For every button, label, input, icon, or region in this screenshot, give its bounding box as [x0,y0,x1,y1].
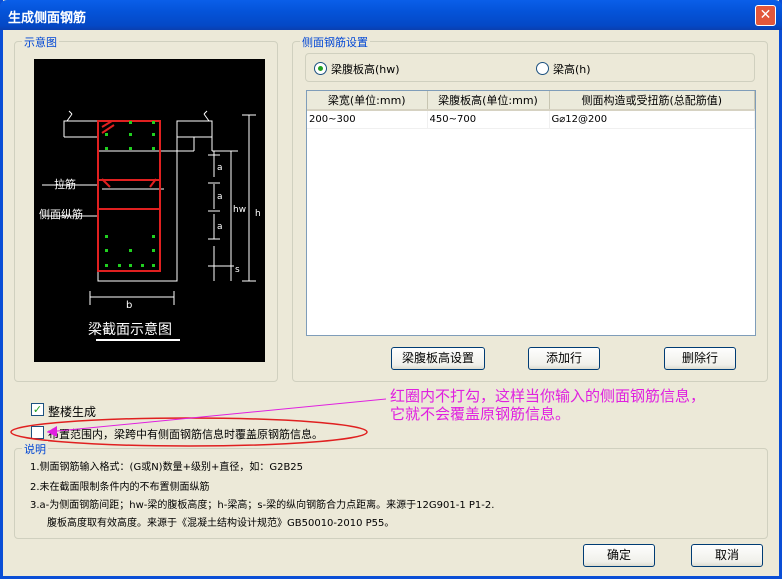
ok-button[interactable]: 确定 [583,544,655,567]
side-bar-label: 侧面纵筋 [39,207,83,221]
table-cell[interactable]: 450~700 [427,110,550,129]
note-2: 2.未在截面限制条件内的不布置侧面纵筋 [30,482,210,493]
web-height-settings-button[interactable]: 梁腹板高设置 [391,347,485,370]
table-cell[interactable]: G⌀12@200 [549,110,755,129]
web-height-label[interactable]: 梁腹板高(hw) [331,61,400,77]
column-header[interactable]: 梁腹板高(单位:mm) [427,91,550,111]
dim-b: b [126,300,132,311]
dim-a1: a [217,163,223,173]
annotation-line-2: 它就不会覆盖原钢筋信息。 [390,405,571,423]
dim-hw: hw [233,205,246,215]
settings-group: 侧面钢筋设置 梁腹板高(hw) 梁高(h) 梁宽(单位:mm) 梁腹板高(单位:… [292,34,768,382]
note-4: 腹板高度取有效高度。来源于《混凝土结构设计规范》GB50010-2010 P55… [47,518,395,529]
annotation-line-1: 红圈内不打勾，这样当你输入的侧面钢筋信息， [390,387,706,405]
column-header[interactable]: 梁宽(单位:mm) [307,91,428,111]
diagram-group: 示意图 拉筋 侧面纵筋 a a a s hw h b 梁截面示意图 [14,34,278,382]
rebar-table: 梁宽(单位:mm) 梁腹板高(单位:mm) 侧面构造或受扭筋(总配筋值) 200… [306,90,756,336]
explain-group-label: 说明 [22,441,48,457]
cancel-button[interactable]: 取消 [691,544,763,567]
annotation-text: 红圈内不打勾，这样当你输入的侧面钢筋信息， 它就不会覆盖原钢筋信息。 [390,387,705,423]
dim-s: s [235,265,240,275]
note-1: 1.侧面钢筋输入格式：(G或N)数量+级别+直径，如：G2B25 [30,462,304,473]
delete-row-button[interactable]: 删除行 [664,347,736,370]
dialog-window: 生成侧面钢筋 ✕ 示意图 拉筋 侧面纵筋 a a a s hw h b 梁截面示… [0,0,782,579]
dim-a2: a [217,192,223,202]
beam-section-diagram: 拉筋 侧面纵筋 a a a s hw h b 梁截面示意图 [34,59,265,362]
beam-height-label[interactable]: 梁高(h) [553,61,591,77]
note-3: 3.a-为侧面钢筋间距；hw-梁的腹板高度；h-梁高；s-梁的纵向钢筋合力点距离… [30,500,495,511]
window-title: 生成侧面钢筋 [8,11,87,26]
dim-h: h [255,209,261,219]
tie-label: 拉筋 [54,177,76,191]
radio-group-box: 梁腹板高(hw) 梁高(h) [305,53,755,82]
table-cell[interactable]: 200~300 [307,110,428,129]
close-icon: ✕ [759,7,772,23]
table-row[interactable]: 200~300 450~700 G⌀12@200 [307,110,755,129]
add-row-button[interactable]: 添加行 [528,347,600,370]
column-header[interactable]: 侧面构造或受扭筋(总配筋值) [549,91,755,111]
beam-height-radio[interactable] [536,62,549,75]
settings-group-label: 侧面钢筋设置 [300,34,370,50]
web-height-radio[interactable] [314,62,327,75]
dim-a3: a [217,222,223,232]
close-button[interactable]: ✕ [755,5,776,26]
title-bar[interactable]: 生成侧面钢筋 ✕ [0,0,782,30]
diagram-caption: 梁截面示意图 [88,321,172,338]
diagram-group-label: 示意图 [22,34,59,50]
